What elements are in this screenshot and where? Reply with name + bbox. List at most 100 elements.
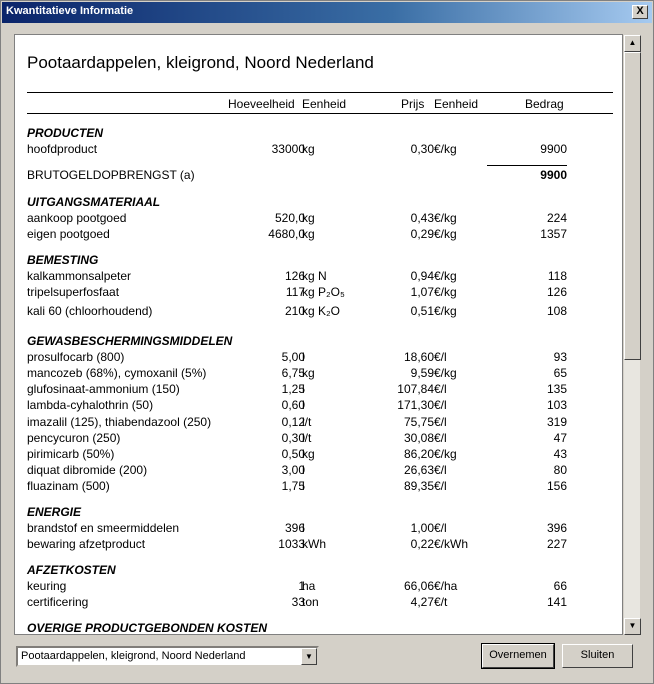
vertical-scrollbar[interactable]: ▲ ▼	[623, 35, 641, 635]
close-icon[interactable]: X	[632, 5, 648, 19]
row-unit: l	[302, 521, 305, 535]
row-unit: l/t	[302, 431, 312, 445]
row-amount: 9900	[540, 168, 567, 182]
row-unit: kg	[302, 227, 315, 241]
table-row: aankoop pootgoed 520,0 kg 0,43 €/kg 224	[15, 211, 622, 227]
table-row: glufosinaat-ammonium (150) 1,25 l 107,84…	[15, 382, 622, 398]
row-price-unit: €/kg	[434, 142, 457, 156]
row-price-unit: €/kg	[434, 304, 457, 318]
row-qty: 4680,0	[268, 227, 305, 241]
table-row: imazalil (125), thiabendazool (250) 0,12…	[15, 415, 622, 431]
row-amount: 80	[553, 463, 567, 477]
row-price: 89,35	[403, 479, 434, 493]
row-amount: 66	[553, 579, 567, 593]
table-row: BRUTOGELDOPBRENGST (a) 9900	[15, 168, 622, 184]
row-price-unit: €/l	[434, 415, 447, 429]
col-header-amount: Bedrag	[525, 97, 564, 111]
row-name: imazalil (125), thiabendazool (250)	[27, 415, 212, 429]
row-unit: l	[302, 463, 305, 477]
row-price-unit: €/t	[434, 595, 448, 609]
row-price-unit: €/l	[434, 398, 447, 412]
table-row: bewaring afzetproduct 1033 kWh 0,22 €/kW…	[15, 537, 622, 553]
row-amount: 227	[546, 537, 567, 551]
section-uitgangsmateriaal: UITGANGSMATERIAAL	[27, 195, 161, 209]
row-name: tripelsuperfosfaat	[27, 285, 120, 299]
row-price-unit: €/kWh	[434, 537, 469, 551]
col-header-price-unit: Eenheid	[434, 97, 479, 111]
row-amount: 47	[553, 431, 567, 445]
scrollbar-thumb[interactable]	[624, 52, 641, 360]
row-unit: kg	[302, 211, 315, 225]
row-price: 1,00	[410, 521, 434, 535]
row-unit: l	[302, 382, 305, 396]
row-name: BRUTOGELDOPBRENGST (a)	[27, 168, 195, 182]
sluiten-button[interactable]: Sluiten	[562, 644, 633, 668]
table-row: lambda-cyhalothrin (50) 0,60 l 171,30 €/…	[15, 398, 622, 414]
row-price-unit: €/l	[434, 463, 447, 477]
scroll-up-icon[interactable]: ▲	[624, 35, 641, 52]
row-name: hoofdproduct	[27, 142, 98, 156]
row-unit: kg N	[302, 269, 327, 283]
row-amount: 135	[546, 382, 567, 396]
row-unit: l	[302, 398, 305, 412]
row-name: fluazinam (500)	[27, 479, 110, 493]
row-price: 0,22	[410, 537, 434, 551]
section-energie: ENERGIE	[27, 505, 82, 519]
row-unit: l	[302, 350, 305, 364]
row-price: 18,60	[403, 350, 434, 364]
table-row: diquat dibromide (200) 3,00 l 26,63 €/l …	[15, 463, 622, 479]
overnemen-button[interactable]: Overnemen	[481, 643, 555, 669]
section-overige: OVERIGE PRODUCTGEBONDEN KOSTEN	[27, 621, 268, 635]
table-row: eigen pootgoed 4680,0 kg 0,29 €/kg 1357	[15, 227, 622, 243]
table-row: pirimicarb (50%) 0,50 kg 86,20 €/kg 43	[15, 447, 622, 463]
scroll-down-icon[interactable]: ▼	[624, 618, 641, 635]
row-price-unit: €/l	[434, 479, 447, 493]
row-price: 0,51	[410, 304, 434, 318]
row-amount: 156	[546, 479, 567, 493]
row-price: 75,75	[403, 415, 434, 429]
row-amount: 103	[546, 398, 567, 412]
report-title: Pootaardappelen, kleigrond, Noord Nederl…	[27, 53, 374, 72]
row-name: lambda-cyhalothrin (50)	[27, 398, 154, 412]
section-afzetkosten: AFZETKOSTEN	[27, 563, 116, 577]
row-price: 30,08	[403, 431, 434, 445]
row-unit: kg	[302, 447, 315, 461]
section-bemesting: BEMESTING	[27, 253, 99, 267]
header-top-rule	[27, 92, 613, 93]
title-bar[interactable]: Kwantitatieve Informatie X	[2, 2, 652, 23]
row-price: 1,07	[410, 285, 434, 299]
row-amount: 43	[553, 447, 567, 461]
crop-select[interactable]: Pootaardappelen, kleigrond, Noord Nederl…	[16, 646, 319, 667]
row-name: glufosinaat-ammonium (150)	[27, 382, 180, 396]
row-name: bewaring afzetproduct	[27, 537, 146, 551]
report-panel: Pootaardappelen, kleigrond, Noord Nederl…	[14, 34, 623, 635]
table-row: kali 60 (chloorhoudend) 210 kg K₂O 0,51 …	[15, 304, 622, 320]
table-row: certificering 33 ton 4,27 €/t 141	[15, 595, 622, 611]
row-unit: ha	[302, 579, 316, 593]
row-qty: 1033	[278, 537, 305, 551]
row-price: 171,30	[397, 398, 434, 412]
row-price: 0,29	[410, 227, 434, 241]
row-name: mancozeb (68%), cymoxanil (5%)	[27, 366, 207, 380]
window-title: Kwantitatieve Informatie	[6, 5, 134, 17]
row-price-unit: €/l	[434, 431, 447, 445]
col-header-unit: Eenheid	[302, 97, 347, 111]
row-price: 66,06	[403, 579, 434, 593]
row-price-unit: €/kg	[434, 227, 457, 241]
section-gewasbescherming: GEWASBESCHERMINGSMIDDELEN	[27, 334, 233, 348]
row-unit: ton	[302, 595, 319, 609]
table-row: brandstof en smeermiddelen 396 l 1,00 €/…	[15, 521, 622, 537]
row-price-unit: €/ha	[434, 579, 458, 593]
row-amount: 126	[546, 285, 567, 299]
row-price: 4,27	[410, 595, 434, 609]
table-row: tripelsuperfosfaat 117 kg P₂O₅ 1,07 €/kg…	[15, 285, 622, 301]
section-producten: PRODUCTEN	[27, 126, 104, 140]
table-row: kalkammonsalpeter 126 kg N 0,94 €/kg 118	[15, 269, 622, 285]
row-amount: 108	[546, 304, 567, 318]
row-name: diquat dibromide (200)	[27, 463, 148, 477]
row-qty: 33000	[271, 142, 305, 156]
chevron-down-icon[interactable]: ▼	[301, 648, 317, 665]
row-name: prosulfocarb (800)	[27, 350, 125, 364]
col-header-price: Prijs	[401, 97, 425, 111]
row-amount: 1357	[540, 227, 567, 241]
